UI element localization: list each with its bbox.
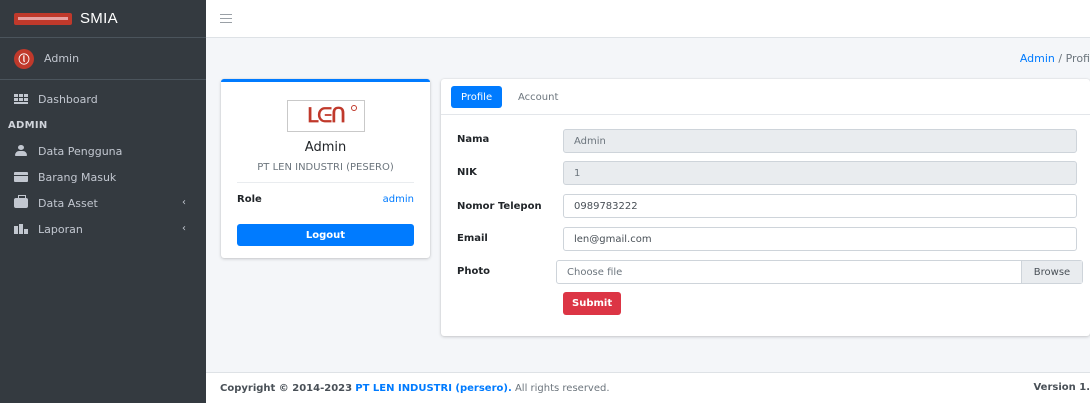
footer-version: Version 1. bbox=[1033, 382, 1090, 393]
tab-account[interactable]: Account bbox=[508, 86, 568, 108]
brand-logo-icon bbox=[14, 12, 72, 25]
footer-rights: All rights reserved. bbox=[514, 382, 610, 394]
profile-company: PT LEN INDUSTRI (PESERO) bbox=[257, 162, 394, 173]
user-panel[interactable]: ⓛ Admin bbox=[0, 38, 206, 80]
sidebar-item-data-asset[interactable]: Data Asset ‹ bbox=[0, 190, 206, 216]
breadcrumb: Admin / Profi bbox=[1020, 52, 1090, 65]
sidebar-item-label: Laporan bbox=[38, 222, 83, 236]
divider bbox=[237, 182, 414, 183]
user-icon bbox=[14, 145, 28, 156]
footer-company-link[interactable]: PT LEN INDUSTRI (persero). bbox=[355, 383, 511, 394]
sidebar-item-label: Dashboard bbox=[38, 92, 98, 106]
inbox-icon bbox=[14, 172, 28, 182]
footer-copyright: Copyright © 2014-2023 bbox=[220, 382, 353, 394]
footer: Copyright © 2014-2023 PT LEN INDUSTRI (p… bbox=[206, 372, 1090, 403]
sidebar-item-label: Barang Masuk bbox=[38, 170, 117, 184]
nik-label: NIK bbox=[457, 167, 477, 178]
sidebar-item-dashboard[interactable]: Dashboard bbox=[0, 86, 206, 112]
submit-button[interactable]: Submit bbox=[563, 292, 622, 315]
breadcrumb-separator: / bbox=[1058, 52, 1063, 65]
telepon-label: Nomor Telepon bbox=[457, 201, 542, 212]
sidebar-nav: Dashboard ADMIN Data Pengguna Barang Mas… bbox=[0, 80, 206, 242]
nik-field[interactable]: 1 bbox=[563, 161, 1077, 185]
profile-card: ᒪᕮᑎ Admin PT LEN INDUSTRI (PESERO) Role … bbox=[221, 79, 430, 258]
brand-name: SMIA bbox=[80, 10, 118, 27]
logo-dot-icon bbox=[351, 105, 357, 111]
profile-name: Admin bbox=[304, 140, 347, 155]
briefcase-icon bbox=[14, 195, 28, 208]
photo-file-input[interactable]: Choose file Browse bbox=[556, 260, 1083, 284]
sidebar-header-admin: ADMIN bbox=[8, 119, 48, 131]
breadcrumb-home[interactable]: Admin bbox=[1020, 52, 1055, 65]
role-label: Role bbox=[237, 194, 262, 205]
menu-toggle-icon[interactable] bbox=[220, 14, 232, 23]
user-name: Admin bbox=[44, 52, 80, 65]
nama-field[interactable]: Admin bbox=[563, 129, 1077, 153]
chevron-left-icon: ‹ bbox=[182, 197, 186, 208]
telepon-field[interactable]: 0989783222 bbox=[563, 194, 1077, 218]
breadcrumb-current: Profi bbox=[1065, 52, 1090, 65]
sidebar-item-barang-masuk[interactable]: Barang Masuk bbox=[0, 164, 206, 190]
tab-profile[interactable]: Profile bbox=[451, 86, 503, 108]
brand-link[interactable]: SMIA bbox=[0, 0, 206, 38]
sidebar-item-label: Data Pengguna bbox=[38, 144, 123, 158]
role-value[interactable]: admin bbox=[383, 194, 414, 205]
browse-button[interactable]: Browse bbox=[1021, 261, 1082, 283]
email-label: Email bbox=[457, 233, 488, 244]
chart-icon bbox=[14, 224, 28, 234]
avatar: ⓛ bbox=[14, 48, 34, 69]
sidebar: SMIA ⓛ Admin Dashboard ADMIN Data Penggu… bbox=[0, 0, 206, 403]
company-logo: ᒪᕮᑎ bbox=[287, 100, 365, 132]
sidebar-item-data-pengguna[interactable]: Data Pengguna bbox=[0, 138, 206, 164]
photo-label: Photo bbox=[457, 266, 490, 277]
top-navbar bbox=[206, 0, 1090, 38]
sidebar-item-laporan[interactable]: Laporan ‹ bbox=[0, 216, 206, 242]
nama-label: Nama bbox=[457, 134, 490, 145]
email-field[interactable]: len@gmail.com bbox=[563, 227, 1077, 251]
file-placeholder: Choose file bbox=[567, 266, 623, 278]
grid-icon bbox=[14, 94, 28, 104]
sidebar-item-label: Data Asset bbox=[38, 196, 98, 210]
logout-button[interactable]: Logout bbox=[237, 224, 414, 246]
chevron-left-icon: ‹ bbox=[182, 223, 186, 234]
tab-bar: Profile Account bbox=[441, 79, 1090, 115]
